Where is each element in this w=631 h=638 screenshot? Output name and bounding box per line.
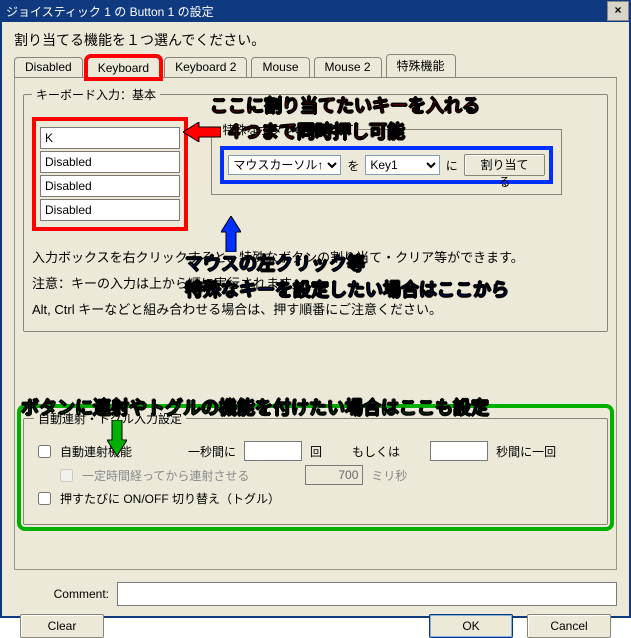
- per-n-suf: 秒間に一回: [496, 443, 556, 460]
- tab-special[interactable]: 特殊機能: [386, 54, 456, 77]
- comment-label: Comment:: [14, 587, 109, 601]
- close-icon[interactable]: ×: [607, 1, 629, 21]
- special-button-legend: 特殊なボタンの割り当て: [220, 121, 356, 138]
- basic-keyboard-group: キーボード入力：基本 特殊なボタンの割り当て マウスカーソル↑ を: [23, 86, 608, 332]
- key-input-4[interactable]: [40, 199, 180, 221]
- delay-checkbox-wrap[interactable]: 一定時間経ってから連射させる: [56, 466, 249, 485]
- tab-mouse2[interactable]: Mouse 2: [314, 57, 382, 77]
- tab-mouse[interactable]: Mouse: [251, 57, 309, 77]
- tab-disabled[interactable]: Disabled: [14, 57, 83, 77]
- autofire-label: 自動連射機能: [60, 443, 132, 460]
- toggle-label: 押すたびに ON/OFF 切り替え（トグル）: [60, 490, 280, 507]
- special-button-group: 特殊なボタンの割り当て マウスカーソル↑ を Key1 に 割り当てる: [211, 121, 562, 195]
- delay-checkbox[interactable]: [60, 469, 73, 482]
- per-sec-input[interactable]: [244, 441, 302, 461]
- label-ni: に: [446, 157, 458, 174]
- tab-keyboard2[interactable]: Keyboard 2: [164, 57, 247, 77]
- delay-unit: ミリ秒: [371, 467, 407, 484]
- autofire-legend: 自動連射・トグル入力設定: [34, 410, 186, 427]
- autofire-group: 自動連射・トグル入力設定 自動連射機能 一秒間に 回 もしくは 秒間に一回: [23, 410, 608, 525]
- key-select[interactable]: Key1: [365, 155, 439, 175]
- per-sec-suf: 回: [310, 443, 322, 460]
- comment-input[interactable]: [117, 582, 617, 606]
- special-assign-row: マウスカーソル↑ を Key1 に 割り当てる: [220, 146, 553, 184]
- or-label: もしくは: [352, 443, 400, 460]
- toggle-checkbox-wrap[interactable]: 押すたびに ON/OFF 切り替え（トグル）: [34, 489, 280, 508]
- note-line-3: Alt, Ctrl キーなどと組み合わせる場合は、押す順番にご注意ください。: [32, 297, 599, 323]
- autofire-checkbox-wrap[interactable]: 自動連射機能: [34, 442, 132, 461]
- notes-block: 入力ボックスを右クリックすると、特殊なボタンの割り当て・クリア等ができます。 注…: [32, 245, 599, 323]
- titlebar: ジョイスティック 1 の Button 1 の設定 ×: [0, 0, 631, 22]
- key-input-3[interactable]: [40, 175, 180, 197]
- basic-keyboard-legend: キーボード入力：基本: [32, 86, 160, 103]
- per-sec-pre: 一秒間に: [188, 443, 236, 460]
- comment-row: Comment:: [14, 582, 617, 606]
- instruction-text: 割り当てる機能を１つ選んでください。: [14, 30, 619, 50]
- tab-panel-keyboard: キーボード入力：基本 特殊なボタンの割り当て マウスカーソル↑ を: [14, 78, 617, 570]
- cursor-select[interactable]: マウスカーソル↑: [228, 155, 341, 175]
- key-input-box: [32, 117, 188, 231]
- key-input-2[interactable]: [40, 151, 180, 173]
- assign-button[interactable]: 割り当てる: [464, 154, 546, 176]
- autofire-checkbox[interactable]: [38, 445, 51, 458]
- tab-keyboard[interactable]: Keyboard: [87, 57, 160, 78]
- key-input-1[interactable]: [40, 127, 180, 149]
- delay-input: [305, 465, 363, 485]
- window-title: ジョイスティック 1 の Button 1 の設定: [6, 3, 214, 20]
- dialog-body: 割り当てる機能を１つ選んでください。 Disabled Keyboard Key…: [0, 22, 631, 618]
- label-wo: を: [347, 157, 359, 174]
- note-line-2: 注意：キーの入力は上から順に実行されます。: [32, 271, 599, 297]
- toggle-checkbox[interactable]: [38, 492, 51, 505]
- tab-bar: Disabled Keyboard Keyboard 2 Mouse Mouse…: [14, 56, 617, 78]
- per-n-input[interactable]: [430, 441, 488, 461]
- delay-label: 一定時間経ってから連射させる: [82, 467, 249, 484]
- note-line-1: 入力ボックスを右クリックすると、特殊なボタンの割り当て・クリア等ができます。: [32, 245, 599, 271]
